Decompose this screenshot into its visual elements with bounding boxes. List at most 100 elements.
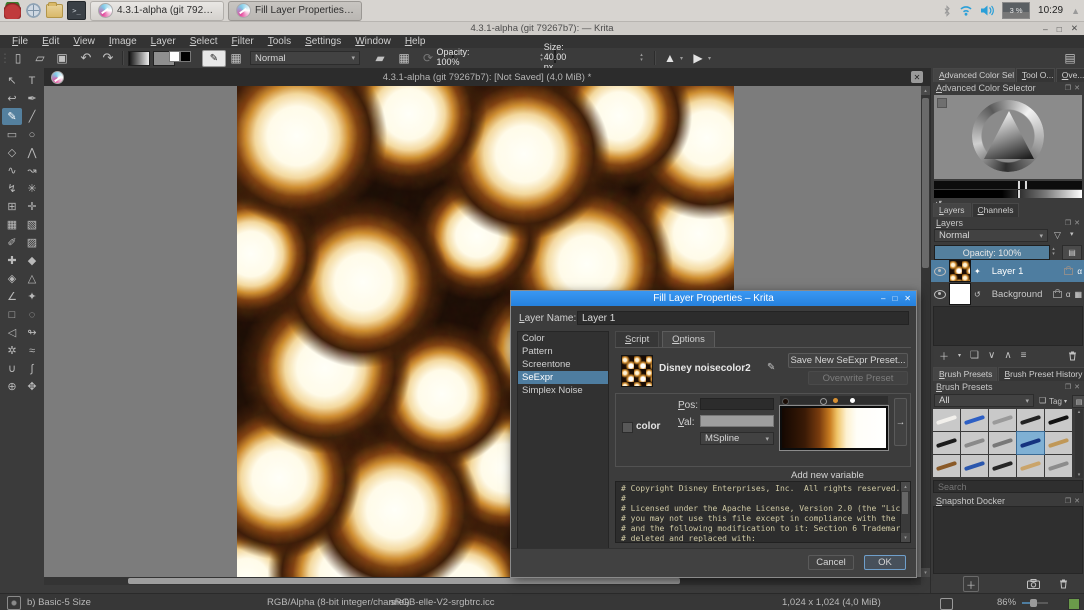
- os-menu-icon[interactable]: [4, 2, 21, 19]
- chevron-down-icon[interactable]: ▾: [678, 50, 685, 66]
- taskbar-window-krita-main[interactable]: 4.3.1-alpha (git 7926...: [90, 1, 224, 21]
- eject-icon[interactable]: ▲: [1071, 6, 1080, 16]
- float-docker-icon[interactable]: ❐: [1065, 84, 1071, 92]
- tool-polygon[interactable]: ◇: [2, 144, 22, 161]
- edit-preset-icon[interactable]: ✎: [767, 362, 775, 373]
- opacity-slider[interactable]: Opacity: 100%: [452, 50, 454, 63]
- move-layer-down-button[interactable]: ∨: [988, 350, 995, 361]
- lightness-bar[interactable]: [934, 190, 1082, 198]
- tool-gradient[interactable]: ▧: [22, 216, 42, 233]
- menu-image[interactable]: Image: [103, 36, 143, 47]
- menu-tools[interactable]: Tools: [262, 36, 297, 47]
- cpu-monitor[interactable]: 3 %: [1002, 2, 1030, 19]
- close-button[interactable]: ✕: [1071, 23, 1078, 34]
- add-new-variable-button[interactable]: Add new variable: [791, 470, 864, 481]
- dialog-minimize-button[interactable]: –: [881, 294, 885, 303]
- menu-filter[interactable]: Filter: [225, 36, 259, 47]
- brush-preset-5[interactable]: [933, 432, 960, 454]
- tool-polyline[interactable]: ⋀: [22, 144, 42, 161]
- add-layer-button[interactable]: ＋: [939, 348, 949, 363]
- close-docker-icon[interactable]: ✕: [1074, 383, 1080, 391]
- brush-preset-4[interactable]: [1045, 409, 1072, 431]
- generator-item-pattern[interactable]: Pattern: [518, 345, 608, 358]
- file-manager-icon[interactable]: [46, 2, 63, 19]
- gradient-chooser[interactable]: [128, 51, 150, 66]
- overwrite-preset-button[interactable]: Overwrite Preset: [808, 371, 908, 385]
- save-document-button[interactable]: ▣: [54, 50, 70, 66]
- preserve-alpha-button[interactable]: ▦: [396, 50, 412, 66]
- float-docker-icon[interactable]: ❐: [1065, 219, 1071, 227]
- brush-preset-1[interactable]: [961, 409, 988, 431]
- gradient-preview[interactable]: [780, 406, 888, 450]
- brush-preset-2[interactable]: [989, 409, 1016, 431]
- clock[interactable]: 10:29: [1038, 5, 1063, 16]
- layer-list-empty-area[interactable]: [933, 306, 1083, 346]
- taskbar-window-fill-layer-dialog[interactable]: Fill Layer Properties –...: [228, 1, 362, 21]
- menu-file[interactable]: File: [6, 36, 34, 47]
- close-docker-icon[interactable]: ✕: [1074, 84, 1080, 92]
- script-scrollbar[interactable]: ▴ ▾: [900, 482, 910, 542]
- wifi-icon[interactable]: [959, 5, 973, 16]
- create-snapshot-button[interactable]: ＋: [963, 576, 979, 592]
- tool-magnetic-select[interactable]: ∪: [2, 360, 22, 377]
- new-document-button[interactable]: ▯: [10, 50, 26, 66]
- tool-color-sampler[interactable]: ✐: [2, 234, 22, 251]
- tool-similar-select[interactable]: ≈: [22, 342, 42, 359]
- layer-visibility-icon[interactable]: [934, 290, 946, 299]
- tool-freehand-brush[interactable]: ✎: [2, 108, 22, 125]
- float-docker-icon[interactable]: ❐: [1065, 497, 1071, 505]
- zoom-slider[interactable]: [1022, 602, 1048, 604]
- color-history-bar[interactable]: [934, 181, 1082, 189]
- dialog-maximize-button[interactable]: □: [892, 294, 897, 303]
- image-dimensions-label[interactable]: 1,024 x 1,024 (4,0 MiB): [782, 594, 881, 610]
- scroll-up-icon[interactable]: ▴: [921, 86, 930, 95]
- ok-button[interactable]: OK: [864, 555, 906, 570]
- color-profile-label[interactable]: sRGB-elle-V2-srgbtrc.icc: [390, 594, 495, 610]
- layer-properties-button[interactable]: ≡: [1021, 350, 1027, 361]
- brush-display-mode-icon[interactable]: ▤: [1072, 395, 1084, 408]
- tool-poly-select[interactable]: ◁: [2, 324, 22, 341]
- chevron-down-icon[interactable]: ▾: [706, 50, 713, 66]
- generator-item-screentone[interactable]: Screentone: [518, 358, 608, 371]
- layer-row-background[interactable]: ↺ Background α ▦: [931, 283, 1084, 305]
- tab-options[interactable]: Options: [662, 331, 715, 347]
- brush-size-slider[interactable]: Size: 40.00 px: [554, 50, 556, 63]
- layer-opacity-slider[interactable]: Opacity: 100%: [934, 245, 1050, 260]
- toolbar-grip[interactable]: ⋮: [2, 50, 8, 66]
- brush-preset-13[interactable]: [1017, 455, 1044, 477]
- close-docker-icon[interactable]: ✕: [1074, 219, 1080, 227]
- eraser-mode-button[interactable]: ▰: [372, 50, 388, 66]
- redo-button[interactable]: ↷: [100, 50, 116, 66]
- menu-select[interactable]: Select: [184, 36, 224, 47]
- layer-visibility-icon[interactable]: [934, 267, 946, 276]
- tool-rect-select[interactable]: □: [2, 306, 22, 323]
- colorspace-label[interactable]: RGB/Alpha (8-bit integer/channel): [267, 594, 410, 610]
- menu-help[interactable]: Help: [399, 36, 432, 47]
- tool-calligraphy[interactable]: ✒: [22, 90, 42, 107]
- menu-layer[interactable]: Layer: [145, 36, 182, 47]
- close-docker-icon[interactable]: ✕: [1074, 497, 1080, 505]
- menu-edit[interactable]: Edit: [36, 36, 65, 47]
- undo-button[interactable]: ↶: [78, 50, 94, 66]
- generator-item-seexpr[interactable]: SeExpr: [518, 371, 608, 384]
- duplicate-layer-button[interactable]: ❏: [970, 350, 979, 361]
- tool-smart-patch[interactable]: ✚: [2, 252, 22, 269]
- tool-rectangle[interactable]: ▭: [2, 126, 22, 143]
- brush-preset-3[interactable]: [1017, 409, 1044, 431]
- alpha-lock-icon[interactable]: α: [1066, 290, 1071, 299]
- tool-wand-select[interactable]: ✲: [2, 342, 22, 359]
- save-new-preset-button[interactable]: Save New SeExpr Preset...: [788, 353, 908, 368]
- generator-item-color[interactable]: Color: [518, 332, 608, 345]
- scroll-down-icon[interactable]: ▾: [921, 568, 930, 577]
- canvas-vertical-scrollbar[interactable]: ▴ ▾: [921, 86, 930, 577]
- delete-layer-button[interactable]: [1068, 351, 1077, 361]
- current-brush-indicator[interactable]: b) Basic-5 Size: [7, 594, 91, 610]
- snapshot-list[interactable]: [933, 506, 1083, 574]
- brush-filter-combo[interactable]: All ▾: [934, 394, 1034, 407]
- tool-bezier-curve[interactable]: ∿: [2, 162, 22, 179]
- layer-name-input[interactable]: [577, 311, 909, 325]
- chevron-down-icon[interactable]: ▾: [1064, 398, 1067, 405]
- selection-mode-icon[interactable]: [940, 598, 953, 610]
- layer-thumbnail[interactable]: [949, 283, 971, 305]
- seexpr-preset-thumbnail[interactable]: [621, 355, 653, 387]
